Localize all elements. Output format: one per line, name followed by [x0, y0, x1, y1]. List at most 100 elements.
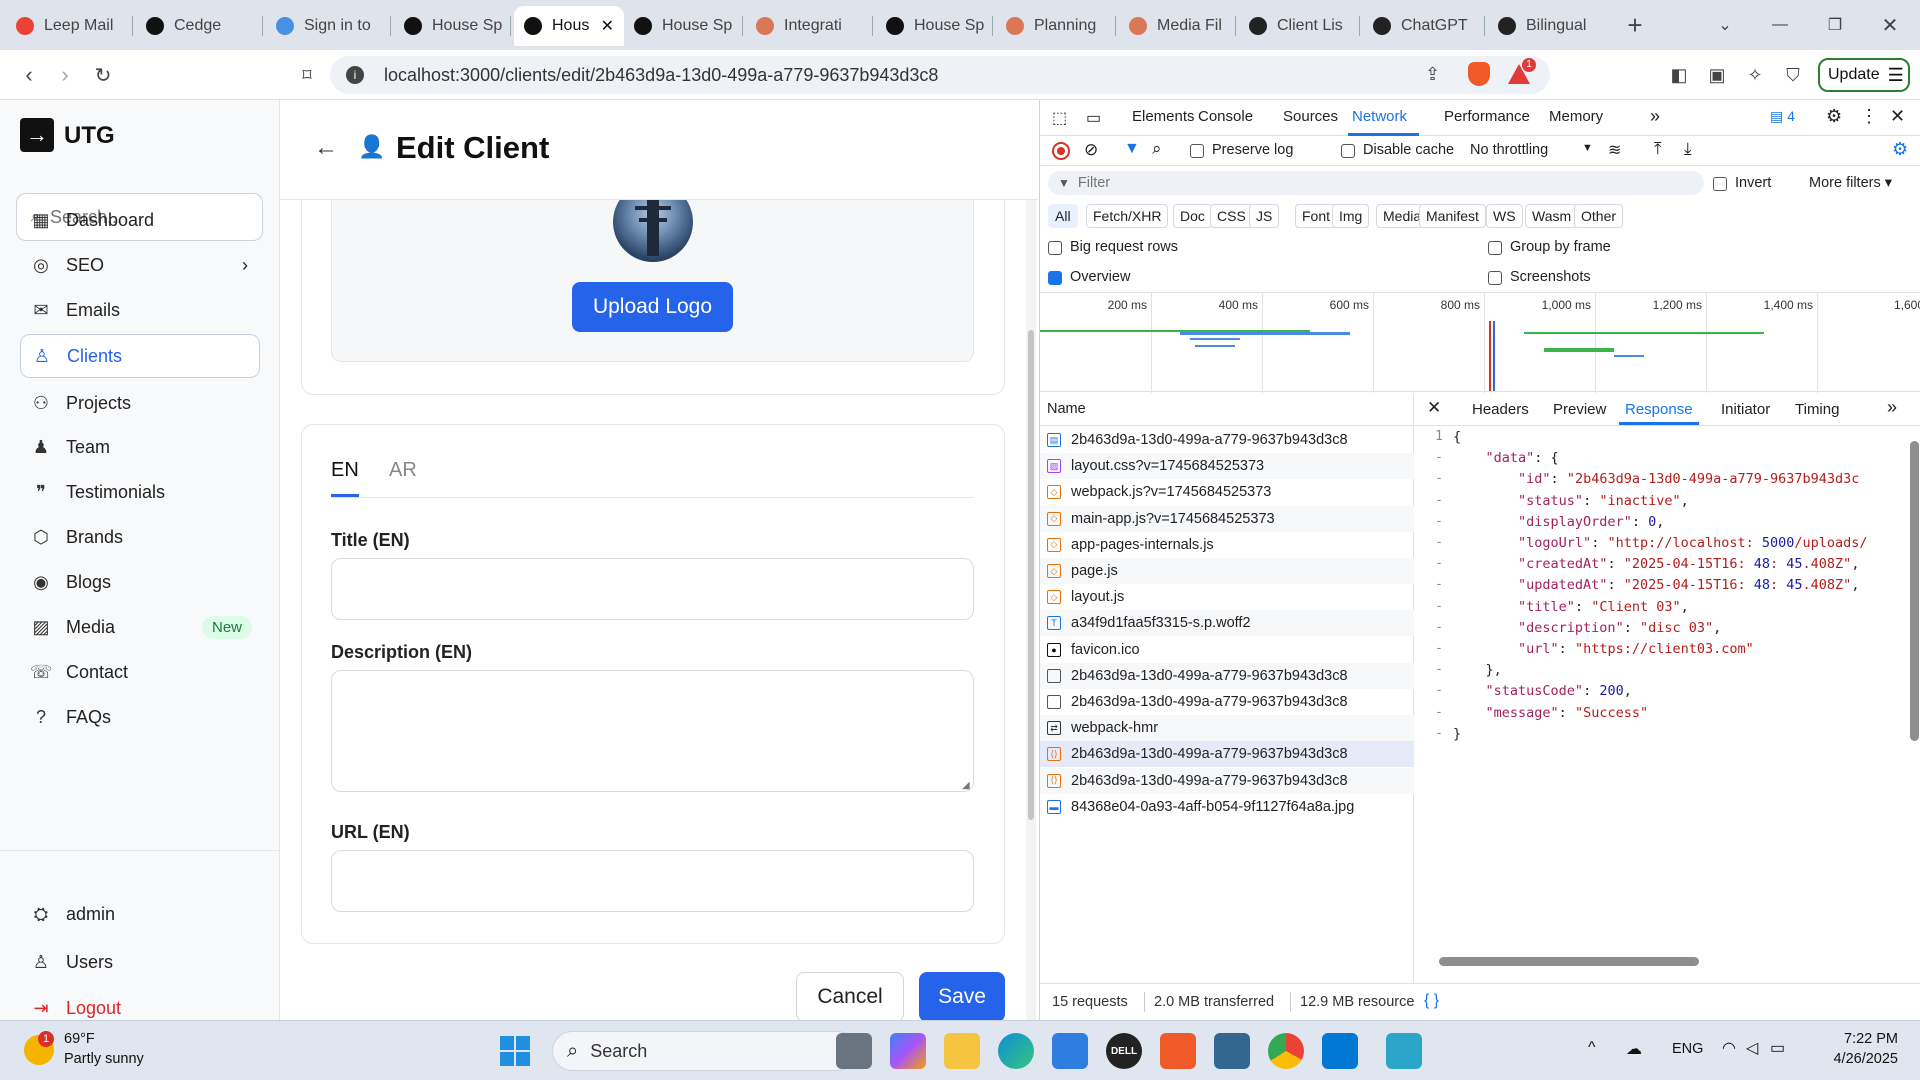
response-hscrollbar[interactable]: [1415, 953, 1920, 969]
screenshots-checkbox[interactable]: [1488, 271, 1502, 285]
request-row[interactable]: 2b463d9a-13d0-499a-a779-9637b943d3c8: [1040, 662, 1414, 689]
devtools-tab-network[interactable]: Network: [1352, 108, 1407, 125]
sidebar-item-emails[interactable]: ✉ Emails: [20, 288, 260, 332]
devtools-tab-memory[interactable]: Memory: [1549, 108, 1603, 125]
detail-tab-initiator[interactable]: Initiator: [1721, 401, 1770, 418]
vscode-icon[interactable]: [1322, 1033, 1358, 1069]
clear-icon[interactable]: ⊘: [1084, 140, 1098, 160]
browser-tab[interactable]: Hous ✕: [514, 6, 624, 46]
detail-tab-preview[interactable]: Preview: [1553, 401, 1606, 418]
sidebar-toggle-icon[interactable]: ◧: [1666, 62, 1692, 88]
taskbar-search[interactable]: ⌕ Search: [552, 1031, 857, 1071]
tab-search-icon[interactable]: ⌄: [1710, 10, 1740, 40]
back-icon[interactable]: ‹: [14, 60, 44, 90]
network-conditions-icon[interactable]: ≋: [1608, 140, 1621, 160]
vpn-icon[interactable]: ⛉: [1780, 62, 1806, 88]
close-window-icon[interactable]: ✕: [1870, 10, 1910, 40]
preserve-log-checkbox[interactable]: [1190, 144, 1204, 158]
tray-app-icon[interactable]: ☁: [1626, 1039, 1642, 1059]
forward-icon[interactable]: ›: [50, 60, 80, 90]
type-filter-chip[interactable]: All: [1048, 204, 1078, 228]
upload-logo-button[interactable]: Upload Logo: [572, 282, 733, 332]
lang-tab-ar[interactable]: AR: [389, 459, 417, 482]
inspect-icon[interactable]: ⬚: [1052, 108, 1067, 128]
type-filter-chip[interactable]: CSS: [1210, 204, 1253, 228]
detail-close-icon[interactable]: ✕: [1427, 398, 1441, 418]
disable-cache-checkbox[interactable]: [1341, 144, 1355, 158]
copilot-icon[interactable]: [890, 1033, 926, 1069]
devtools-tab-sources[interactable]: Sources: [1283, 108, 1338, 125]
save-button[interactable]: Save: [919, 972, 1005, 1022]
language-indicator[interactable]: ENG: [1672, 1041, 1703, 1057]
overview-checkbox[interactable]: [1048, 271, 1062, 285]
back-arrow-icon[interactable]: ←: [314, 134, 338, 162]
title-input[interactable]: [331, 558, 974, 620]
request-row[interactable]: ▤ 2b463d9a-13d0-499a-a779-9637b943d3c8: [1040, 427, 1414, 453]
detail-more-icon[interactable]: »: [1887, 397, 1897, 418]
request-row[interactable]: ⇄ webpack-hmr: [1040, 715, 1414, 742]
share-icon[interactable]: ⇪: [1425, 64, 1440, 85]
request-row[interactable]: ▬ 84368e04-0a93-4aff-b054-9f1127f64a8a.jp…: [1040, 794, 1414, 820]
sidebar-item-team[interactable]: ♟ Team: [20, 425, 260, 469]
devtools-tab-console[interactable]: Console: [1198, 108, 1253, 125]
browser-tab[interactable]: Cedge: [136, 6, 256, 46]
request-row[interactable]: ◇ main-app.js?v=1745684525373: [1040, 505, 1414, 532]
browser-tab[interactable]: Integrati: [746, 6, 866, 46]
url-text[interactable]: localhost:3000/clients/edit/2b463d9a-13d…: [384, 65, 938, 86]
edge-icon[interactable]: [998, 1033, 1034, 1069]
throttling-select[interactable]: No throttling ▼: [1470, 142, 1593, 158]
new-tab-icon[interactable]: +: [1620, 10, 1650, 40]
sidebar-item-users[interactable]: ♙ Users: [20, 940, 260, 984]
sidebar-item-dashboard[interactable]: ▦ Dashboard: [20, 198, 260, 242]
close-tab-icon[interactable]: ✕: [601, 16, 614, 36]
request-row[interactable]: ◇ page.js: [1040, 558, 1414, 584]
browser-tab[interactable]: Client Lis: [1239, 6, 1359, 46]
chrome-icon[interactable]: [1268, 1033, 1304, 1069]
minimize-icon[interactable]: —: [1760, 10, 1800, 40]
dell-icon[interactable]: DELL: [1106, 1033, 1142, 1069]
more-filters-dropdown[interactable]: More filters ▾: [1809, 175, 1892, 191]
start-icon[interactable]: [500, 1036, 530, 1066]
task-view-icon[interactable]: [836, 1033, 872, 1069]
lang-tab-en[interactable]: EN: [331, 459, 359, 482]
cancel-button[interactable]: Cancel: [796, 972, 904, 1022]
settings-icon[interactable]: ⚙: [1826, 106, 1842, 127]
sidebar-item-faqs[interactable]: ? FAQs: [20, 695, 260, 739]
type-filter-chip[interactable]: Img: [1332, 204, 1370, 228]
sidebar-item-brands[interactable]: ⬡ Brands: [20, 515, 260, 559]
address-bar[interactable]: i localhost:3000/clients/edit/2b463d9a-1…: [330, 56, 1550, 94]
detail-tab-timing[interactable]: Timing: [1795, 401, 1839, 418]
sidebar-item-admin[interactable]: ⛭ admin: [20, 892, 260, 936]
device-toolbar-icon[interactable]: ▭: [1086, 108, 1101, 128]
description-textarea[interactable]: [331, 670, 974, 792]
url-input[interactable]: [331, 850, 974, 912]
more-tabs-icon[interactable]: »: [1650, 106, 1660, 127]
sidebar-item-testimonials[interactable]: ❞ Testimonials: [20, 470, 260, 514]
sidebar-item-clients[interactable]: ♙ Clients: [20, 334, 260, 378]
request-row[interactable]: ● favicon.ico: [1040, 637, 1414, 663]
sidebar-item-seo[interactable]: ◎ SEO ›: [20, 243, 260, 287]
overview-timeline[interactable]: 200 ms 400 ms 600 ms 800 ms 1,000 ms 1,200 ms…: [1040, 292, 1920, 393]
type-filter-chip[interactable]: Wasm: [1525, 204, 1579, 228]
temperature[interactable]: 69°F: [64, 1031, 95, 1047]
weather-text[interactable]: Partly sunny: [64, 1051, 144, 1067]
big-request-rows-checkbox[interactable]: [1048, 241, 1062, 255]
search-network-icon[interactable]: ⌕: [1152, 139, 1162, 159]
update-button[interactable]: Update ☰: [1818, 58, 1910, 92]
type-filter-chip[interactable]: Font: [1295, 204, 1338, 228]
browser-tab[interactable]: House Sp: [624, 6, 744, 46]
browser-tab[interactable]: Sign in to: [266, 6, 386, 46]
pretty-print-icon[interactable]: { }: [1424, 992, 1439, 1010]
devtools-close-icon[interactable]: ✕: [1890, 106, 1905, 127]
filter-funnel-icon[interactable]: ▼: [1124, 140, 1140, 158]
record-icon[interactable]: [1052, 142, 1070, 160]
request-row[interactable]: ⟨⟩ 2b463d9a-13d0-499a-a779-9637b943d3c8: [1040, 767, 1414, 794]
issues-icon[interactable]: ▤ 4: [1770, 108, 1795, 125]
tray-chevron-icon[interactable]: ^: [1588, 1039, 1596, 1057]
wifi-icon[interactable]: ◠: [1722, 1038, 1736, 1058]
type-filter-chip[interactable]: Manifest: [1419, 204, 1486, 228]
browser-tab[interactable]: Planning: [996, 6, 1116, 46]
store-icon[interactable]: [1052, 1033, 1088, 1069]
filter-input[interactable]: [1077, 175, 1678, 191]
brave-taskbar-icon[interactable]: [1160, 1033, 1196, 1069]
